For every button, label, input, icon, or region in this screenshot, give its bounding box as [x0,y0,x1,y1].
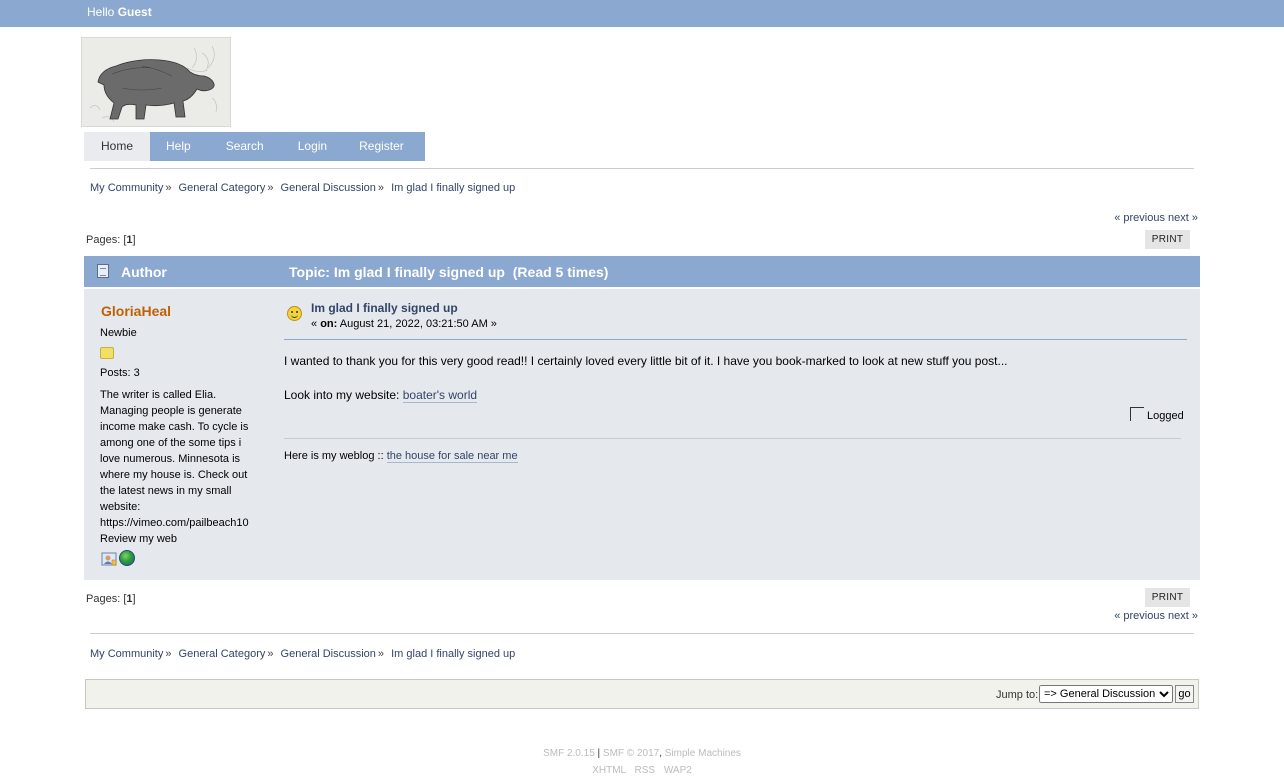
post-subject[interactable]: Im glad I finally signed up [311,301,458,315]
rss-link[interactable]: RSS [635,765,656,776]
print-button[interactable]: PRINT [1145,230,1190,249]
logged-status: Logged [1130,407,1184,422]
menu-login[interactable]: Login [283,132,343,161]
smiley-icon [287,306,302,321]
poster-blurb: The writer is called Elia. Managing peop… [100,389,249,545]
post-website-link[interactable]: boater's world [402,388,478,403]
forum-logo[interactable] [81,37,231,127]
breadcrumb-separator: » [165,648,172,660]
post-container: GloriaHeal Newbie Posts: 3 The writer is… [84,289,1200,580]
greeting: Hello Guest [87,5,152,19]
poster-post-count: Posts: 3 [100,367,140,379]
pages-label: Pages: [86,593,121,605]
menu-register[interactable]: Register [343,132,425,161]
topic-title: Topic: Im glad I finally signed up (Read… [289,264,609,280]
signature-divider [284,438,1181,439]
breadcrumb-topic[interactable]: Im glad I finally signed up [391,182,515,194]
breadcrumb-separator: » [267,182,274,194]
poster-rank: Newbie [100,327,137,339]
divider [90,633,1194,634]
signature-link[interactable]: the house for sale near me [386,450,518,463]
pagination-top: Pages: [1] [86,234,136,246]
smf-copyright-link[interactable]: SMF © 2017 [603,748,659,759]
previous-topic-link[interactable]: « previous [1114,212,1165,224]
previous-topic-link[interactable]: « previous [1114,610,1165,622]
breadcrumb-separator: » [267,648,274,660]
breadcrumb-board[interactable]: General Discussion [281,648,376,660]
ip-logged-icon [1130,407,1144,421]
breadcrumb-community[interactable]: My Community [90,182,163,194]
jump-to-select[interactable]: => General Discussion [1039,685,1173,703]
rank-star-icon [100,347,114,359]
website-globe-icon[interactable] [119,550,135,566]
poster-name[interactable]: GloriaHeal [101,303,171,319]
main-menu: Home Help Search Login Register [84,132,425,161]
next-topic-link[interactable]: next » [1168,212,1198,224]
greeting-username: Guest [117,5,152,19]
xhtml-link[interactable]: XHTML [592,765,626,776]
signature: Here is my weblog :: the house for sale … [284,450,518,463]
topic-document-icon [97,264,109,278]
footer-credits: SMF 2.0.15 | SMF © 2017, Simple Machines [0,748,1284,759]
pages-label: Pages: [86,234,121,246]
post-paragraph-1: I wanted to thank you for this very good… [284,354,1008,368]
date-on-label: on: [320,318,338,330]
jump-to-bar: Jump to: => General Discussion go [85,679,1199,709]
topic-header: Author Topic: Im glad I finally signed u… [84,256,1200,287]
breadcrumb-category[interactable]: General Category [179,182,266,194]
breadcrumb-community[interactable]: My Community [90,648,163,660]
breadcrumb: My Community» General Category» General … [90,182,515,194]
pages-bracket-close: ] [132,593,136,605]
logged-label: Logged [1147,410,1184,422]
post-text: I wanted to thank you for this very good… [284,353,1008,404]
print-button-bottom[interactable]: PRINT [1145,588,1190,607]
pages-bracket-close: ] [132,234,136,246]
footer-pipe: | [594,748,603,759]
simple-machines-link[interactable]: Simple Machines [665,748,741,759]
topic-nav-top: « previous next » [1114,212,1198,224]
user-bar: Hello Guest [0,0,1284,27]
breadcrumb-separator: » [377,182,385,194]
divider [90,168,1194,169]
post-website-prefix: Look into my website: [284,388,403,402]
jump-go-button[interactable]: go [1175,685,1194,703]
menu-search[interactable]: Search [207,132,283,161]
footer-links: XHTML RSS WAP2 [0,765,1284,776]
date-prefix: « [311,318,321,330]
next-topic-link[interactable]: next » [1168,610,1198,622]
breadcrumb-board[interactable]: General Discussion [281,182,376,194]
post-paragraph-2: Look into my website: boater's world [284,387,1008,404]
post-date: « on: August 21, 2022, 03:21:50 AM » [311,318,497,330]
wap2-link[interactable]: WAP2 [664,765,692,776]
jump-to-label: Jump to: [996,689,1039,701]
breadcrumb-separator: » [377,648,385,660]
breadcrumb-category[interactable]: General Category [179,648,266,660]
pagination-bottom: Pages: [1] [86,593,136,605]
smf-version-link[interactable]: SMF 2.0.15 [543,748,595,759]
topic-nav-bottom: « previous next » [1114,610,1198,622]
bear-sketch-image [82,38,230,126]
breadcrumb-separator: » [165,182,172,194]
breadcrumb-bottom: My Community» General Category» General … [90,648,515,660]
menu-home[interactable]: Home [84,132,151,161]
breadcrumb-topic[interactable]: Im glad I finally signed up [391,648,515,660]
view-profile-icon[interactable] [101,551,117,567]
post-header-divider [284,339,1187,340]
author-column-header: Author [121,264,167,280]
date-value: August 21, 2022, 03:21:50 AM » [337,318,497,330]
greeting-hello: Hello [87,5,115,19]
menu-help[interactable]: Help [150,132,207,161]
signature-prefix: Here is my weblog :: [284,450,387,462]
